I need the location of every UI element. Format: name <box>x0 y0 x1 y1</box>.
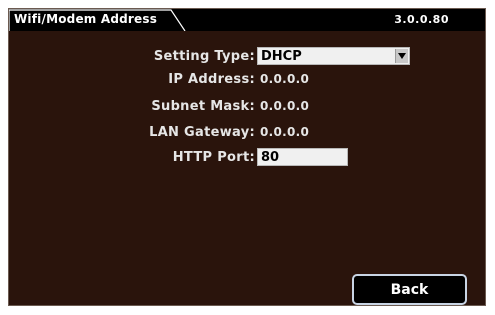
http-port-row: HTTP Port: <box>9 148 485 168</box>
lan-gateway-value: 0.0.0.0 <box>260 125 310 139</box>
wifi-modem-address-screen: Wifi/Modem Address 3.0.0.80 Setting Type… <box>8 8 486 306</box>
http-port-input[interactable] <box>257 148 348 166</box>
ip-address-label: IP Address: <box>168 72 255 87</box>
setting-type-row: Setting Type: DHCP <box>9 47 485 67</box>
subnet-mask-label: Subnet Mask: <box>151 99 255 114</box>
setting-type-value: DHCP <box>261 49 302 64</box>
setting-type-label: Setting Type: <box>153 49 255 64</box>
version-label: 3.0.0.80 <box>394 13 449 26</box>
tab-title: Wifi/Modem Address <box>14 12 158 26</box>
title-bar: Wifi/Modem Address 3.0.0.80 <box>9 9 485 31</box>
setting-type-select[interactable]: DHCP <box>257 47 410 65</box>
http-port-label: HTTP Port: <box>172 150 255 165</box>
lan-gateway-label: LAN Gateway: <box>149 125 255 140</box>
dropdown-button[interactable] <box>395 49 408 63</box>
ip-address-value: 0.0.0.0 <box>260 72 310 86</box>
lan-gateway-row: LAN Gateway: 0.0.0.0 <box>9 123 485 143</box>
ip-address-row: IP Address: 0.0.0.0 <box>9 70 485 90</box>
subnet-mask-row: Subnet Mask: 0.0.0.0 <box>9 97 485 117</box>
chevron-down-icon <box>398 53 406 59</box>
subnet-mask-value: 0.0.0.0 <box>260 99 310 113</box>
back-button[interactable]: Back <box>352 274 467 305</box>
tab-wifi-modem-address[interactable]: Wifi/Modem Address <box>9 9 187 31</box>
